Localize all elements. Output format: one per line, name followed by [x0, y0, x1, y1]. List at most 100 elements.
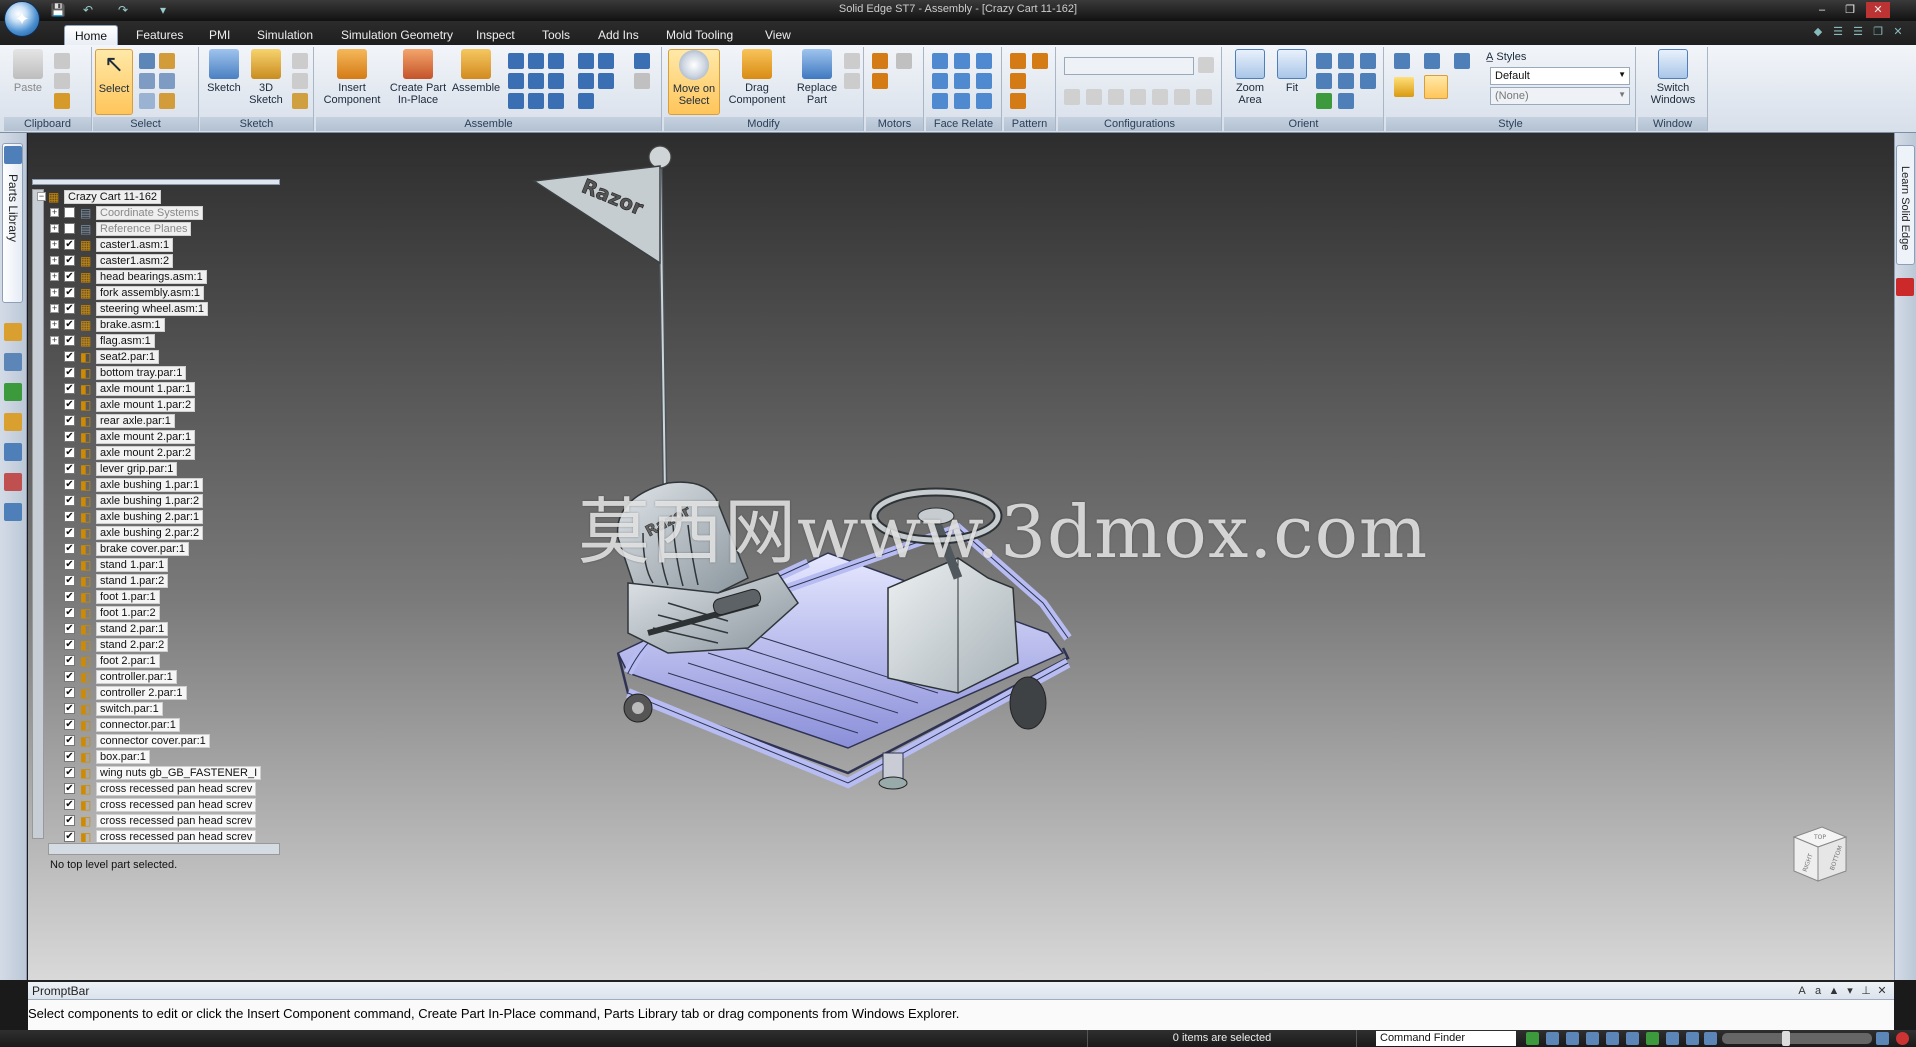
graphics-window[interactable]: Razor Razor 莫西网www.3dmox.com TOP RIGHT B…: [28, 133, 1894, 980]
visibility-checkbox[interactable]: ✔: [64, 623, 75, 634]
sketch-tool-icon[interactable]: [292, 53, 308, 69]
font-larger-icon[interactable]: A: [1794, 983, 1810, 999]
sketch-tool3-icon[interactable]: [292, 93, 308, 109]
sensors-tab-icon[interactable]: [4, 413, 22, 431]
pattern-icon[interactable]: [1010, 53, 1026, 69]
tab-view[interactable]: View: [755, 25, 801, 45]
shaded-icon[interactable]: [1394, 77, 1414, 97]
coaxial-icon[interactable]: [954, 53, 970, 69]
visibility-checkbox[interactable]: ✔: [64, 415, 75, 426]
motor2-icon[interactable]: [872, 73, 888, 89]
gear-icon[interactable]: [548, 73, 564, 89]
layout2-icon[interactable]: ☰: [1850, 25, 1866, 39]
visibility-checkbox[interactable]: ✔: [64, 383, 75, 394]
pathfinder-horizontal-scrollbar[interactable]: [48, 843, 280, 855]
visibility-checkbox[interactable]: ✔: [64, 559, 75, 570]
expand-icon[interactable]: +: [50, 272, 59, 281]
pan-status-icon[interactable]: [1606, 1032, 1619, 1045]
tab-inspect[interactable]: Inspect: [466, 25, 525, 45]
visibility-checkbox[interactable]: [64, 207, 75, 218]
visibility-checkbox[interactable]: ✔: [64, 799, 75, 810]
rotate-status-icon[interactable]: [1626, 1032, 1639, 1045]
view-style-status-icon[interactable]: [1646, 1032, 1659, 1045]
pathfinder-splitter[interactable]: [32, 179, 280, 185]
rear-wheel[interactable]: [1009, 676, 1047, 730]
settings-tab-icon[interactable]: [4, 503, 22, 521]
pan-icon[interactable]: [1338, 53, 1354, 69]
ground-icon[interactable]: [528, 93, 544, 109]
visibility-checkbox[interactable]: ✔: [64, 255, 75, 266]
visibility-checkbox[interactable]: ✔: [64, 399, 75, 410]
stop-icon[interactable]: [1896, 1032, 1909, 1045]
expand-icon[interactable]: +: [50, 304, 59, 313]
style-secondary-combo[interactable]: (None) ▼: [1490, 87, 1630, 105]
symmetric-icon[interactable]: [954, 73, 970, 89]
font-smaller-icon[interactable]: a: [1810, 983, 1826, 999]
config-tool3-icon[interactable]: [1108, 89, 1124, 105]
fit-status-icon[interactable]: [1586, 1032, 1599, 1045]
simulate-motor-icon[interactable]: [896, 53, 912, 69]
sketch-view-status-icon[interactable]: [1666, 1032, 1679, 1045]
tab-pmi[interactable]: PMI: [199, 25, 240, 45]
insert-component-button[interactable]: Insert Component: [320, 49, 384, 115]
axial-align-icon[interactable]: [548, 53, 564, 69]
modify-tool-icon[interactable]: [844, 53, 860, 69]
relate-icon[interactable]: [578, 93, 594, 109]
go-icon[interactable]: [1526, 1032, 1539, 1045]
match-cs-icon[interactable]: [578, 73, 594, 89]
visibility-checkbox[interactable]: ✔: [64, 671, 75, 682]
visibility-checkbox[interactable]: ✔: [64, 287, 75, 298]
coplanar-icon[interactable]: [932, 53, 948, 69]
drag-component-button[interactable]: Drag Component: [722, 49, 792, 115]
restore-doc-icon[interactable]: ❐: [1870, 25, 1886, 39]
visibility-checkbox[interactable]: ✔: [64, 607, 75, 618]
format-painter-icon[interactable]: [54, 93, 70, 109]
paste-button[interactable]: Paste: [8, 49, 48, 115]
view-cube[interactable]: TOP RIGHT BOTTOM: [1788, 823, 1850, 885]
create-part-in-place-button[interactable]: Create Part In-Place: [386, 49, 450, 115]
visibility-checkbox[interactable]: ✔: [64, 447, 75, 458]
parts-library-tab[interactable]: Parts Library: [2, 143, 23, 303]
flag-knob[interactable]: [648, 145, 672, 169]
tab-simulation-geometry[interactable]: Simulation Geometry: [331, 25, 463, 45]
tangent-face-icon[interactable]: [976, 73, 992, 89]
sketch-button[interactable]: Sketch: [204, 49, 244, 115]
visibility-checkbox[interactable]: ✔: [64, 431, 75, 442]
modify-tool2-icon[interactable]: [844, 73, 860, 89]
visibility-checkbox[interactable]: ✔: [64, 767, 75, 778]
iso-view-icon[interactable]: [1394, 53, 1410, 69]
zoom-area-button[interactable]: Zoom Area: [1228, 49, 1272, 115]
visibility-checkbox[interactable]: ✔: [64, 815, 75, 826]
concentric-icon[interactable]: [976, 53, 992, 69]
close-button[interactable]: ✕: [1866, 2, 1890, 18]
planar-align-icon[interactable]: [528, 53, 544, 69]
collapse-icon[interactable]: −: [37, 192, 46, 201]
visibility-checkbox[interactable]: ✔: [64, 463, 75, 474]
duplicate-icon[interactable]: [1010, 73, 1026, 89]
tab-mold-tooling[interactable]: Mold Tooling: [656, 25, 743, 45]
config-save-icon[interactable]: [1198, 57, 1214, 73]
expand-icon[interactable]: +: [50, 336, 59, 345]
expand-icon[interactable]: +: [50, 320, 59, 329]
expand-icon[interactable]: +: [50, 224, 59, 233]
visibility-checkbox[interactable]: ✔: [64, 655, 75, 666]
config-tool6-icon[interactable]: [1174, 89, 1190, 105]
visibility-checkbox[interactable]: ✔: [64, 591, 75, 602]
youtube-icon[interactable]: [1896, 278, 1914, 296]
front-view-icon[interactable]: [1424, 53, 1440, 69]
copy-icon[interactable]: [54, 73, 70, 89]
rigid-set-icon[interactable]: [634, 73, 650, 89]
assemble-button[interactable]: Assemble: [450, 49, 502, 115]
select-filter-icon[interactable]: [159, 53, 175, 69]
shaded-edges-icon[interactable]: [1424, 75, 1448, 99]
config-tool5-icon[interactable]: [1152, 89, 1168, 105]
style-combo[interactable]: Default ▼: [1490, 67, 1630, 85]
zoom-icon[interactable]: [1316, 53, 1332, 69]
restore-button[interactable]: ❐: [1838, 2, 1862, 18]
parallel-icon[interactable]: [598, 73, 614, 89]
close-icon[interactable]: ✕: [1874, 983, 1890, 999]
visibility-checkbox[interactable]: ✔: [64, 479, 75, 490]
close-doc-icon[interactable]: ✕: [1890, 25, 1906, 39]
application-button[interactable]: ✦: [4, 1, 40, 37]
offset-icon[interactable]: [954, 93, 970, 109]
